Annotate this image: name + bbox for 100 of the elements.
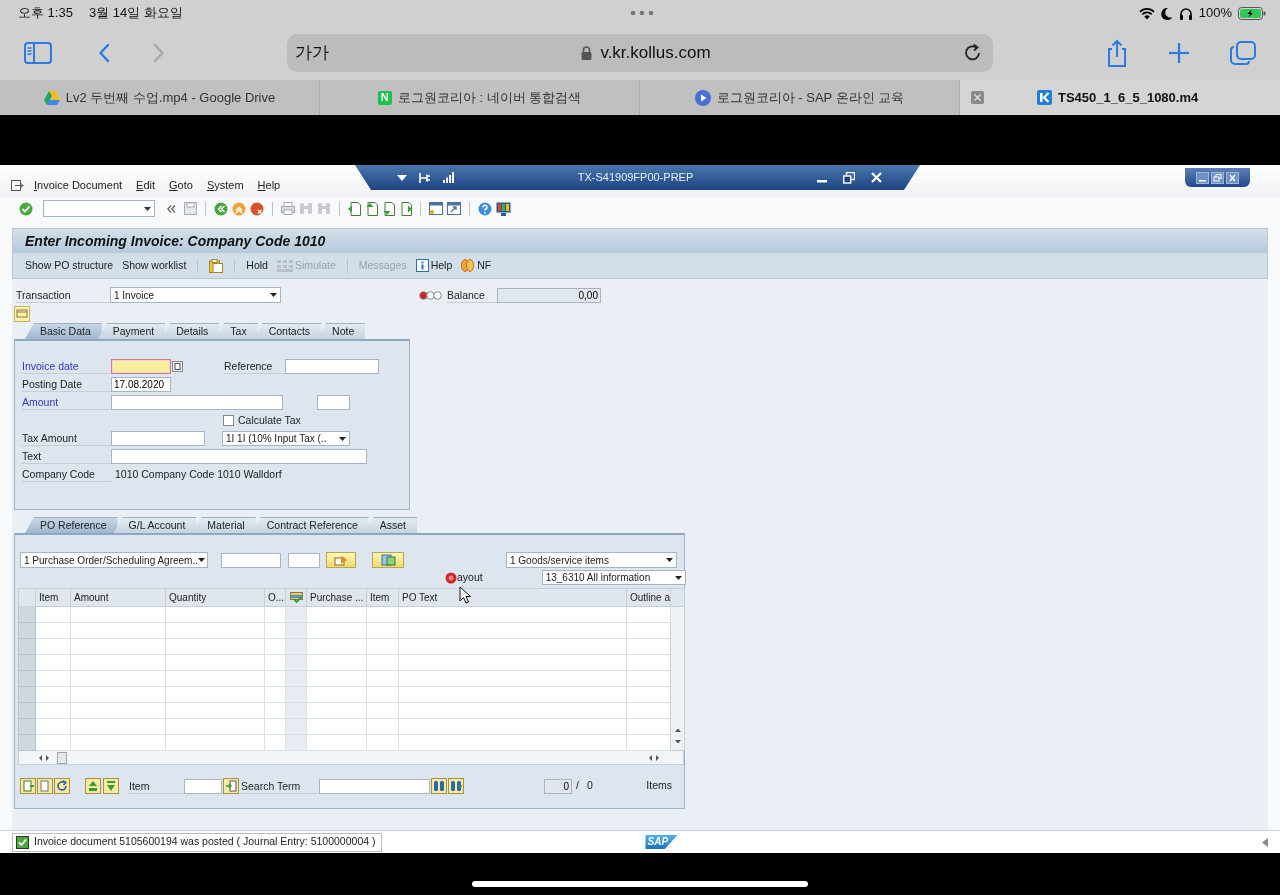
scroll-arrows-icon[interactable]: [647, 753, 661, 762]
command-field[interactable]: [43, 200, 155, 217]
toolbar-button[interactable]: Help: [415, 257, 453, 274]
column-header[interactable]: [285, 588, 307, 607]
close-icon[interactable]: [1226, 171, 1239, 184]
dropdown[interactable]: 1 Purchase Order/Scheduling Agreem..: [20, 552, 208, 568]
status-message: Invoice document 5105600194 was posted ( Journal Entry: 5100000004 ): [34, 834, 376, 850]
refresh-icon[interactable]: [54, 778, 70, 794]
toolbar-button[interactable]: Show PO structure: [25, 257, 114, 274]
page-icon[interactable]: [348, 201, 361, 216]
input-field[interactable]: [285, 359, 379, 374]
more-icon[interactable]: [630, 10, 654, 16]
column-header[interactable]: Purchase ...: [306, 588, 367, 607]
cancel-icon[interactable]: [250, 201, 264, 216]
arrow-button[interactable]: [326, 552, 356, 568]
column-header[interactable]: PO Text: [398, 588, 627, 607]
reload-icon[interactable]: [963, 43, 983, 63]
menu-item[interactable]: Help: [257, 177, 281, 194]
share-icon[interactable]: [1106, 39, 1128, 67]
page-icon[interactable]: [382, 201, 395, 216]
toolbar-button[interactable]: Show worklist: [122, 257, 187, 274]
column-header[interactable]: Item: [366, 588, 399, 607]
column-header[interactable]: Amount: [70, 588, 166, 607]
toolbar-button[interactable]: Hold: [246, 257, 268, 274]
input-field[interactable]: [111, 395, 283, 410]
document-icon[interactable]: [20, 778, 36, 794]
scroll-thumb-icon[interactable]: [57, 751, 67, 764]
tab[interactable]: PO Reference: [25, 517, 118, 533]
input-field[interactable]: [111, 359, 171, 374]
input-field[interactable]: [184, 778, 222, 794]
menu-item[interactable]: Invoice Document: [34, 177, 123, 194]
toolbar-button[interactable]: NF: [461, 257, 492, 274]
text-size-button[interactable]: 가가: [295, 40, 329, 66]
restore-icon[interactable]: [843, 171, 855, 184]
dropdown[interactable]: 1 Invoice: [110, 287, 281, 303]
input-field[interactable]: [319, 778, 430, 794]
tabs-icon[interactable]: [1230, 41, 1256, 65]
menu-item[interactable]: Goto: [169, 177, 193, 194]
column-header[interactable]: O...: [264, 588, 286, 607]
play-icon: [694, 89, 711, 106]
check-icon[interactable]: [19, 201, 33, 216]
menu-item[interactable]: Edit: [136, 177, 156, 194]
printer-icon[interactable]: [281, 202, 295, 215]
menu-item[interactable]: System: [206, 177, 244, 194]
dropdown[interactable]: 1I 1I (10% Input Tax (..: [222, 431, 350, 446]
input-field[interactable]: [288, 552, 320, 568]
collapse-icon[interactable]: [1262, 837, 1268, 847]
address-bar[interactable]: 가가 v.kr.kollus.com: [287, 34, 993, 72]
back-icon[interactable]: [98, 43, 110, 63]
input-field[interactable]: 0,00: [497, 287, 601, 303]
input-field[interactable]: 17.08.2020: [111, 377, 171, 392]
restore-icon[interactable]: [1211, 171, 1224, 184]
search-help-button[interactable]: [372, 552, 404, 568]
caret-icon[interactable]: [397, 174, 407, 181]
save-icon[interactable]: [184, 202, 197, 215]
input-field[interactable]: [317, 395, 350, 410]
browser-tab[interactable]: TS450_1_6_5_1080.m4: [960, 80, 1280, 115]
lock-icon: [581, 46, 593, 60]
column-header[interactable]: Quantity: [165, 588, 265, 607]
minimize-icon[interactable]: [1196, 171, 1209, 184]
page-icon[interactable]: [365, 201, 378, 216]
window-icon[interactable]: [429, 202, 443, 215]
window-icon[interactable]: [447, 202, 461, 215]
back-icon[interactable]: [214, 201, 228, 216]
note-icon[interactable]: [14, 306, 30, 322]
exit-icon[interactable]: [232, 201, 246, 216]
clipboard-icon[interactable]: [209, 258, 224, 273]
checkbox[interactable]: [223, 415, 234, 426]
scrollbar[interactable]: [18, 751, 684, 765]
document-icon[interactable]: [37, 778, 53, 794]
input-field[interactable]: [111, 431, 205, 446]
go-icon[interactable]: [223, 778, 239, 794]
filter-icon[interactable]: [103, 778, 119, 794]
tab[interactable]: Payment: [97, 323, 166, 339]
monitor-icon[interactable]: [496, 201, 511, 216]
tab[interactable]: G/L Account: [113, 517, 197, 533]
plus-icon[interactable]: [1168, 42, 1190, 64]
signal-icon[interactable]: [443, 172, 454, 183]
binoculars-icon[interactable]: [431, 778, 447, 794]
copy-icon[interactable]: [172, 361, 183, 372]
column-header[interactable]: Item: [35, 588, 71, 607]
page-icon[interactable]: [399, 201, 412, 216]
sidebar-icon[interactable]: [24, 42, 52, 64]
help-icon[interactable]: [478, 201, 492, 216]
input-field[interactable]: [221, 552, 281, 568]
sort-up-icon[interactable]: [85, 778, 101, 794]
coins-icon[interactable]: [461, 259, 476, 272]
double-chevron-icon[interactable]: [167, 204, 176, 213]
info-icon[interactable]: [415, 259, 429, 272]
dropdown[interactable]: 13_6310 All information: [541, 570, 686, 585]
dropdown[interactable]: 1 Goods/service items: [506, 552, 677, 568]
binoculars-icon[interactable]: [448, 778, 464, 794]
scroll-arrows-icon[interactable]: [37, 753, 51, 762]
tab[interactable]: Basic Data: [25, 323, 102, 339]
scrollbar[interactable]: [670, 606, 685, 751]
input-field[interactable]: 0: [544, 778, 572, 794]
pin-icon[interactable]: [419, 172, 431, 183]
column-header[interactable]: Outline a: [626, 588, 671, 607]
input-field[interactable]: [111, 449, 367, 464]
menu-icon[interactable]: [11, 179, 24, 191]
